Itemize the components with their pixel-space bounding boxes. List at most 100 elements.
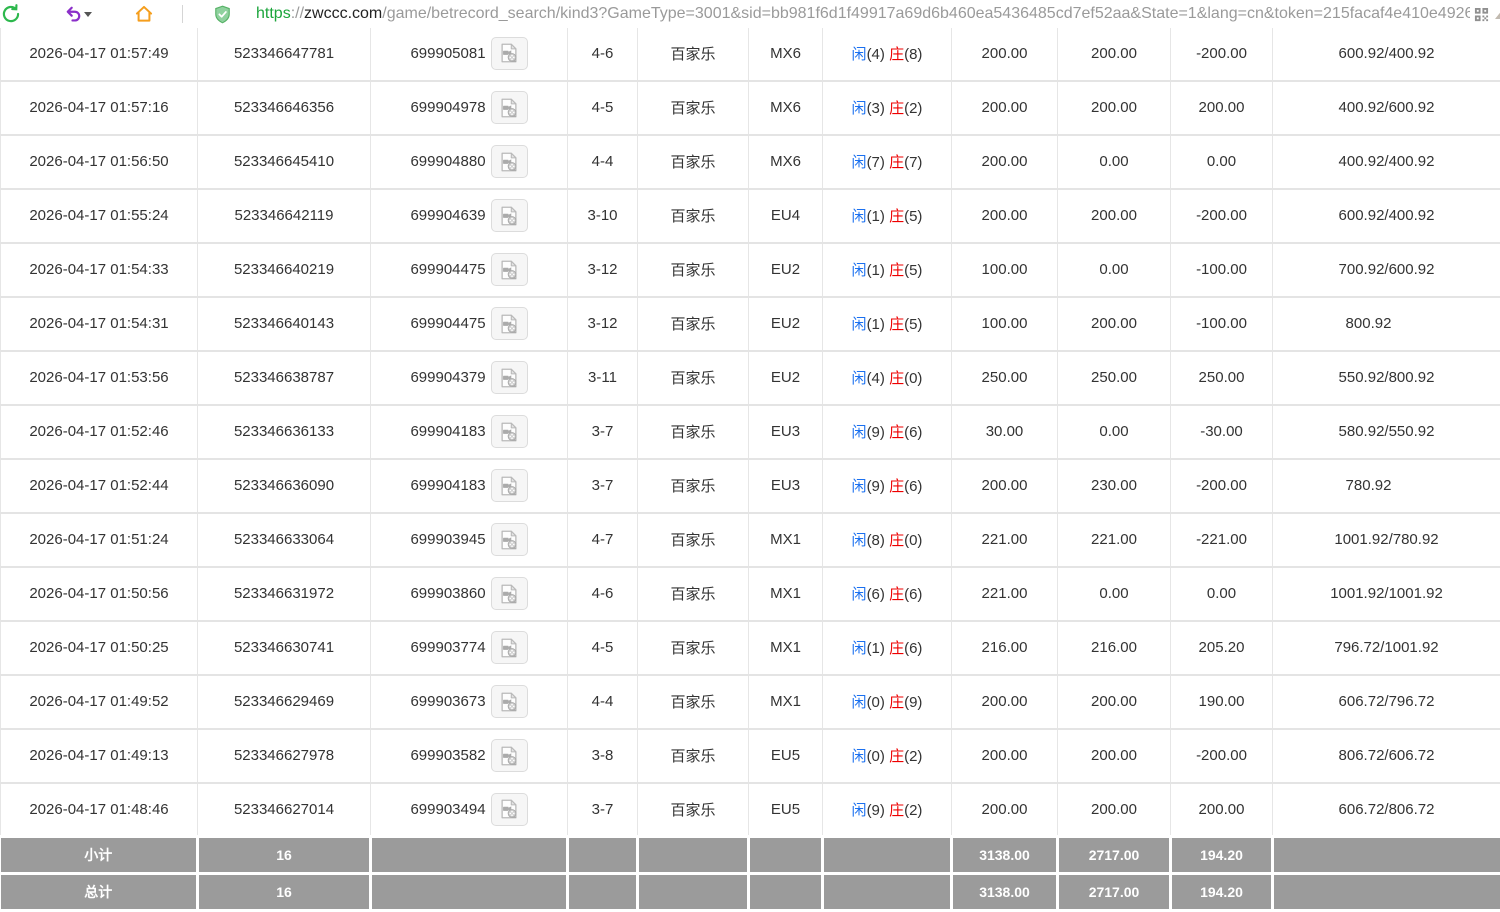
cell-winloss: -200.00 — [1171, 729, 1273, 783]
cell-time: 2026-04-17 01:57:16 — [1, 81, 198, 135]
player-points: (9) — [867, 478, 885, 495]
undo-history-caret[interactable] — [84, 12, 92, 17]
cell-winloss: -30.00 — [1171, 405, 1273, 459]
cell-valid-amount: 0.00 — [1058, 567, 1171, 621]
video-replay-button[interactable] — [491, 523, 528, 556]
cell-result: 闲(6) 庄(6) — [823, 567, 952, 621]
cell-result: 闲(0) 庄(9) — [823, 675, 952, 729]
video-replay-button[interactable] — [491, 685, 528, 718]
video-replay-button[interactable] — [491, 91, 528, 124]
cell-game: 百家乐 — [638, 675, 749, 729]
video-replay-button[interactable] — [491, 145, 528, 178]
video-replay-button[interactable] — [491, 793, 528, 826]
cell-table-code: EU2 — [749, 297, 823, 351]
banker-points: (5) — [904, 316, 922, 333]
refresh-icon[interactable] — [1, 4, 21, 24]
round-id: 699904880 — [410, 153, 485, 170]
round-id: 699904475 — [410, 315, 485, 332]
cell-game: 百家乐 — [638, 243, 749, 297]
cell-valid-amount: 216.00 — [1058, 621, 1171, 675]
cell-balance: 1001.92/780.92 — [1273, 513, 1500, 567]
cell-round: 699903582 — [371, 729, 568, 783]
banker-label: 庄 — [889, 370, 904, 387]
cell-bet-amount: 216.00 — [952, 621, 1058, 675]
cell-bet-amount: 250.00 — [952, 351, 1058, 405]
cell-game: 百家乐 — [638, 297, 749, 351]
cell-game: 百家乐 — [638, 405, 749, 459]
player-label: 闲 — [852, 640, 867, 657]
cell-round: 699905081 — [371, 27, 568, 81]
video-replay-button[interactable] — [491, 253, 528, 286]
cell-shoe-round: 3-7 — [568, 783, 638, 837]
cell-result: 闲(9) 庄(6) — [823, 459, 952, 513]
cell-valid-amount: 200.00 — [1058, 27, 1171, 81]
security-shield-icon[interactable] — [213, 5, 232, 24]
cell-bet-amount: 100.00 — [952, 297, 1058, 351]
cell-balance: 400.92/400.92 — [1273, 135, 1500, 189]
cell-shoe-round: 3-7 — [568, 405, 638, 459]
cell-table-code: EU5 — [749, 729, 823, 783]
video-replay-button[interactable] — [491, 631, 528, 664]
home-icon[interactable] — [134, 4, 154, 24]
video-replay-button[interactable] — [491, 577, 528, 610]
cell-result: 闲(9) 庄(6) — [823, 405, 952, 459]
table-row: 2026-04-17 01:48:46 523346627014 6999034… — [1, 783, 1500, 837]
banker-points: (6) — [904, 478, 922, 495]
video-replay-button[interactable] — [491, 469, 528, 502]
table-row: 2026-04-17 01:50:56 523346631972 6999038… — [1, 567, 1500, 621]
video-replay-button[interactable] — [491, 739, 528, 772]
cell-game: 百家乐 — [638, 459, 749, 513]
cell-result: 闲(0) 庄(2) — [823, 729, 952, 783]
cell-time: 2026-04-17 01:50:56 — [1, 567, 198, 621]
player-label: 闲 — [852, 262, 867, 279]
cell-round: 699904475 — [371, 297, 568, 351]
cell-result: 闲(8) 庄(0) — [823, 513, 952, 567]
cell-valid-amount: 200.00 — [1058, 81, 1171, 135]
cell-shoe-round: 4-7 — [568, 513, 638, 567]
cell-time: 2026-04-17 01:51:24 — [1, 513, 198, 567]
cell-time: 2026-04-17 01:52:44 — [1, 459, 198, 513]
cell-shoe-round: 4-6 — [568, 567, 638, 621]
cell-balance: 800.92 — [1273, 297, 1500, 351]
cell-winloss: -200.00 — [1171, 459, 1273, 513]
url-scheme: https — [256, 5, 291, 22]
cell-result: 闲(4) 庄(0) — [823, 351, 952, 405]
cell-bet-id: 523346640143 — [198, 297, 371, 351]
browser-toolbar: https://zwccc.com/game/betrecord_search/… — [0, 0, 1500, 28]
player-points: (0) — [867, 748, 885, 765]
cell-time: 2026-04-17 01:55:24 — [1, 189, 198, 243]
undo-icon[interactable] — [63, 5, 82, 24]
video-replay-button[interactable] — [491, 361, 528, 394]
cell-shoe-round: 3-12 — [568, 297, 638, 351]
cell-bet-amount: 200.00 — [952, 27, 1058, 81]
cell-time: 2026-04-17 01:56:50 — [1, 135, 198, 189]
address-bar[interactable]: https://zwccc.com/game/betrecord_search/… — [256, 5, 1470, 23]
round-id: 699904379 — [410, 369, 485, 386]
video-replay-button[interactable] — [491, 199, 528, 232]
player-points: (6) — [867, 586, 885, 603]
video-replay-button[interactable] — [491, 37, 528, 70]
banker-label: 庄 — [889, 154, 904, 171]
cell-game: 百家乐 — [638, 783, 749, 837]
player-label: 闲 — [852, 694, 867, 711]
cell-game: 百家乐 — [638, 189, 749, 243]
cell-round: 699903860 — [371, 567, 568, 621]
cell-winloss: 0.00 — [1171, 135, 1273, 189]
cell-shoe-round: 4-6 — [568, 27, 638, 81]
player-label: 闲 — [852, 424, 867, 441]
banker-label: 庄 — [889, 262, 904, 279]
cell-game: 百家乐 — [638, 81, 749, 135]
banker-points: (6) — [904, 424, 922, 441]
cell-bet-id: 523346636090 — [198, 459, 371, 513]
video-replay-button[interactable] — [491, 415, 528, 448]
table-row: 2026-04-17 01:51:24 523346633064 6999039… — [1, 513, 1500, 567]
qr-code-icon[interactable] — [1474, 7, 1489, 22]
cell-winloss: -200.00 — [1171, 27, 1273, 81]
table-row: 2026-04-17 01:56:50 523346645410 6999048… — [1, 135, 1500, 189]
table-row: 2026-04-17 01:49:13 523346627978 6999035… — [1, 729, 1500, 783]
video-replay-button[interactable] — [491, 307, 528, 340]
player-points: (0) — [867, 694, 885, 711]
banker-points: (7) — [904, 154, 922, 171]
cell-shoe-round: 3-7 — [568, 459, 638, 513]
player-label: 闲 — [852, 370, 867, 387]
